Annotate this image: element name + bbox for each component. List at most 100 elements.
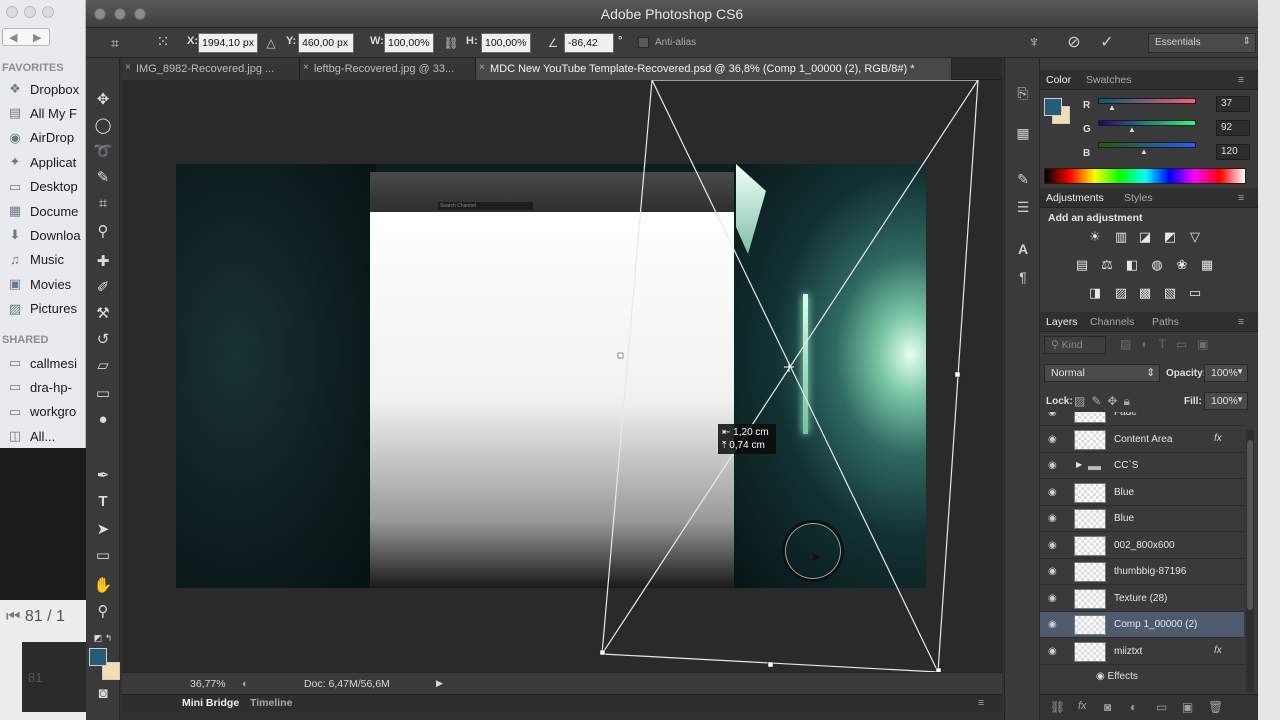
x-field[interactable]: 1994,10 px <box>198 33 258 53</box>
finder-item-docume[interactable]: ▦ Docume <box>6 200 79 222</box>
zoom-tool-icon[interactable]: ⚲ <box>90 600 116 624</box>
workspace-switcher[interactable]: Essentials ⇕ <box>1148 33 1256 53</box>
finder-item-desktop[interactable]: ▭ Desktop <box>6 176 78 198</box>
tab-adjustments[interactable]: Adjustments <box>1046 192 1104 204</box>
color-balance-icon[interactable]: ⚖ <box>1097 256 1117 274</box>
tab-img-8982[interactable]: × IMG_8982-Recovered.jpg ... <box>122 58 300 80</box>
relative-position-icon[interactable]: △ <box>260 33 282 53</box>
hue-saturation-icon[interactable]: ▤ <box>1072 256 1092 274</box>
add-style-icon[interactable]: fx <box>1078 700 1087 712</box>
panel-menu-icon[interactable]: ≡ <box>978 697 984 709</box>
b-field[interactable]: 120 <box>1216 144 1250 160</box>
visibility-eye-icon[interactable]: ◉ <box>1048 487 1057 498</box>
color-lookup-icon[interactable]: ▦ <box>1197 256 1217 274</box>
layer-row[interactable]: ◉ miiztxt fx <box>1040 639 1244 665</box>
reference-point-icon[interactable]: ⁙ <box>152 33 174 53</box>
curves-icon[interactable]: ◪ <box>1135 228 1155 246</box>
g-slider[interactable] <box>1098 120 1196 126</box>
path-selection-tool-icon[interactable]: ➤ <box>90 518 116 542</box>
commit-transform-icon[interactable]: ✓ <box>1096 33 1118 53</box>
gradient-tool-icon[interactable]: ▭ <box>90 382 116 406</box>
forward-arrow-icon[interactable]: ▶ <box>33 31 41 44</box>
rectangle-tool-icon[interactable]: ▭ <box>90 544 116 568</box>
status-arrow-icon[interactable]: ▶ <box>436 678 443 689</box>
visibility-eye-icon[interactable]: ◉ <box>1048 513 1057 524</box>
history-panel-icon[interactable]: ⎘ <box>1011 82 1035 104</box>
finder-item-all-my-f[interactable]: ▤ All My F <box>6 102 77 124</box>
layer-row[interactable]: ◉ Texture (28) <box>1040 586 1244 612</box>
exposure-icon[interactable]: ◩ <box>1160 228 1180 246</box>
media-thumbnail[interactable]: 81 <box>22 642 86 712</box>
b-slider-thumb[interactable]: ▲ <box>1140 147 1148 156</box>
new-group-icon[interactable]: ▭ <box>1156 700 1167 714</box>
finder-minimize-button[interactable] <box>24 6 36 18</box>
selective-color-icon[interactable]: ▧ <box>1160 284 1180 302</box>
opacity-field[interactable]: 100% ▼ <box>1204 364 1248 382</box>
layer-row[interactable]: ◉ Blue <box>1040 480 1244 506</box>
finder-item-airdrop[interactable]: ◉ AirDrop <box>6 127 74 149</box>
panel-menu-icon[interactable]: ≡ <box>1238 74 1244 86</box>
status-menu-icon[interactable]: ◐ <box>242 678 248 690</box>
posterize-icon[interactable]: ▨ <box>1111 284 1131 302</box>
layer-row[interactable]: ◉ ▶ ▬ CC`S <box>1040 453 1244 479</box>
gradient-map-icon[interactable]: ▭ <box>1185 284 1205 302</box>
finder-item-downloa[interactable]: ⬇ Downloa <box>6 224 81 246</box>
threshold-icon[interactable]: ▩ <box>1135 284 1155 302</box>
foreground-color-swatch[interactable] <box>89 648 107 666</box>
visibility-eye-icon[interactable]: ◉ <box>1048 412 1057 418</box>
quick-selection-tool-icon[interactable]: ✎ <box>90 166 116 190</box>
tab-channels[interactable]: Channels <box>1090 316 1134 328</box>
brush-tool-icon[interactable]: ✐ <box>90 276 116 300</box>
eyedropper-tool-icon[interactable]: ⚲ <box>90 220 116 244</box>
visibility-eye-icon[interactable]: ◉ <box>1048 593 1057 604</box>
tab-layers[interactable]: Layers <box>1046 316 1078 328</box>
cancel-transform-icon[interactable]: ⊘ <box>1063 33 1085 53</box>
photo-filter-icon[interactable]: ◍ <box>1147 256 1167 274</box>
default-colors-icon[interactable]: ◩ ↰ <box>90 626 116 650</box>
first-page-icon[interactable]: ⏮ <box>6 608 20 625</box>
layers-scrollbar[interactable] <box>1246 430 1254 692</box>
history-brush-tool-icon[interactable]: ↺ <box>90 328 116 352</box>
panel-menu-icon[interactable]: ≡ <box>1238 192 1244 204</box>
add-mask-icon[interactable]: ◙ <box>1104 700 1111 714</box>
g-slider-thumb[interactable]: ▲ <box>1128 125 1136 134</box>
layer-fx-icon[interactable]: fx <box>1214 433 1222 444</box>
type-tool-icon[interactable]: T <box>90 490 116 514</box>
finder-item-music[interactable]: ♫ Music <box>6 249 64 271</box>
antialias-checkbox[interactable] <box>638 37 649 48</box>
tab-color[interactable]: Color <box>1046 74 1071 86</box>
transform-bounding-box[interactable] <box>122 80 1002 672</box>
delete-layer-icon[interactable]: 🗑︎ <box>1208 700 1223 714</box>
shared-item[interactable]: ▭ callmesi <box>6 352 77 374</box>
hand-tool-icon[interactable]: ✋ <box>90 574 116 598</box>
transform-handle[interactable] <box>954 371 961 378</box>
layer-filter-kind[interactable]: ⚲ Kind <box>1044 336 1106 354</box>
crop-tool-icon[interactable]: ⌗ <box>90 192 116 216</box>
tab-timeline[interactable]: Timeline <box>250 697 292 709</box>
h-field[interactable]: 100,00% <box>481 33 531 53</box>
character-panel-icon[interactable]: A <box>1011 238 1035 260</box>
visibility-eye-icon[interactable]: ◉ <box>1048 646 1057 657</box>
channel-mixer-icon[interactable]: ❀ <box>1172 256 1192 274</box>
move-tool-icon[interactable]: ✥ <box>90 88 116 112</box>
finder-close-button[interactable] <box>6 6 18 18</box>
finder-item-applicat[interactable]: ✦ Applicat <box>6 151 77 173</box>
brightness-contrast-icon[interactable]: ☀ <box>1085 228 1105 246</box>
canvas-area[interactable]: Search Channel ➤ ⇤ 1,20 cm ⤒ 0,74 cm <box>122 80 1002 672</box>
eraser-tool-icon[interactable]: ▱ <box>90 354 116 378</box>
shared-item[interactable]: ▭ dra-hp- <box>6 376 72 398</box>
finder-back-forward[interactable]: ◀ ▶ <box>2 28 50 46</box>
dodge-tool-icon[interactable]: ● <box>90 408 116 432</box>
close-tab-icon[interactable]: × <box>303 62 309 73</box>
visibility-eye-icon[interactable]: ◉ <box>1048 619 1057 630</box>
transform-tool-icon[interactable]: ⌗ <box>104 33 126 53</box>
transform-handle[interactable] <box>617 352 624 359</box>
tab-mdc-template[interactable]: × MDC New YouTube Template-Recovered.psd … <box>476 58 952 80</box>
finder-item-movies[interactable]: ▣ Movies <box>6 273 71 295</box>
layer-row[interactable]: ◉ thumbbig-87196 <box>1040 559 1244 585</box>
color-fg-swatch[interactable] <box>1044 98 1062 116</box>
clone-stamp-tool-icon[interactable]: ⚒ <box>90 302 116 326</box>
layer-row[interactable]: ◉ 002_800x600 <box>1040 533 1244 559</box>
transform-handle[interactable] <box>599 649 606 656</box>
tab-mini-bridge[interactable]: Mini Bridge <box>182 697 239 709</box>
